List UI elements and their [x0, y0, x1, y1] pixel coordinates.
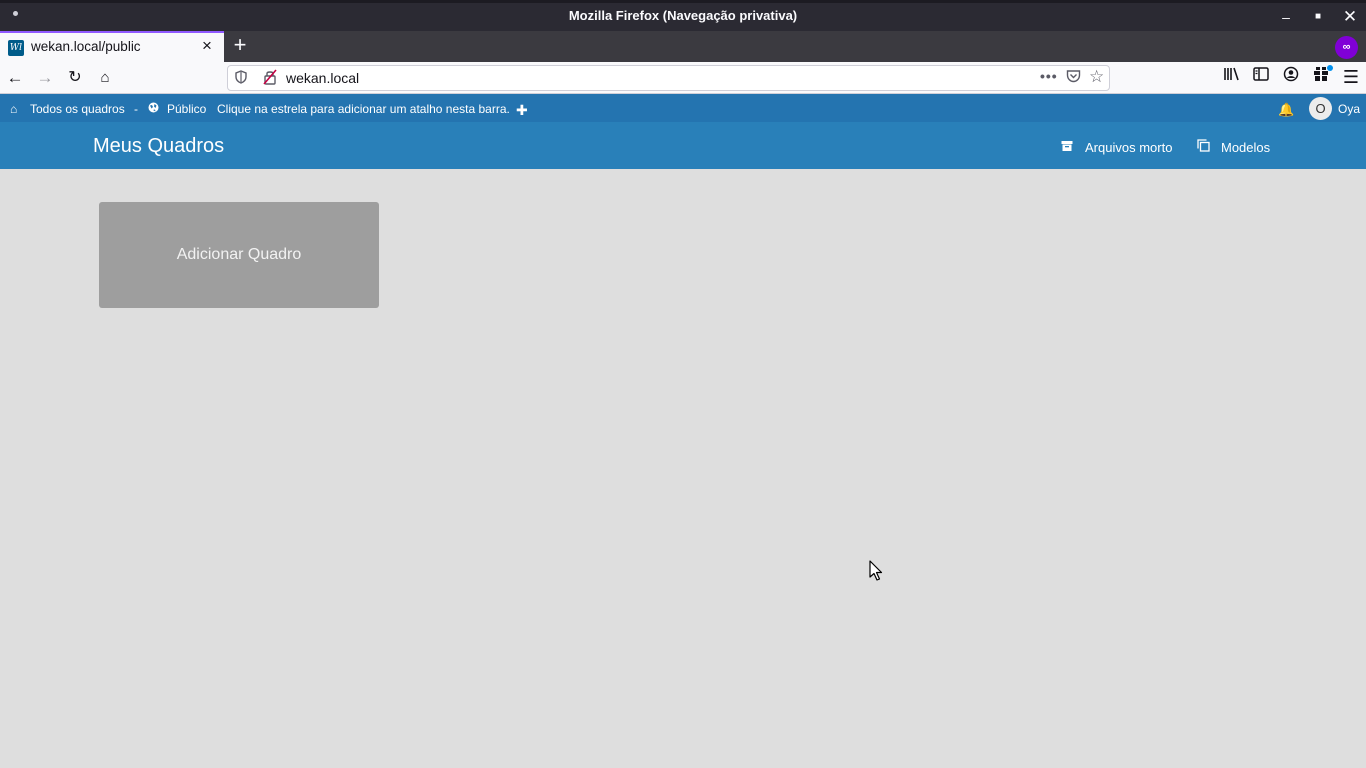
back-arrow-icon[interactable]: ← [2, 65, 28, 91]
public-boards-link[interactable]: Público [167, 102, 206, 116]
tab-strip: Wl wekan.local/public × + ∞ [0, 31, 1366, 62]
minimize-icon[interactable]: – [1274, 5, 1298, 29]
private-browsing-icon: ∞ [1335, 36, 1358, 59]
sidebar-icon[interactable] [1250, 66, 1272, 88]
archive-link[interactable]: Arquivos morto [1085, 140, 1172, 155]
add-board-button[interactable]: Adicionar Quadro [99, 202, 379, 308]
add-shortcut-plus-icon[interactable]: ✚ [516, 102, 528, 119]
home-icon[interactable]: ⌂ [92, 65, 118, 91]
wekan-favicon-icon: Wl [8, 40, 24, 56]
wekan-header: Meus Quadros Arquivos morto Modelos [0, 122, 1366, 169]
extension-badge [1327, 65, 1333, 71]
extensions-icon[interactable] [1310, 65, 1333, 88]
all-boards-link[interactable]: Todos os quadros [30, 102, 125, 116]
url-text[interactable]: wekan.local [286, 70, 359, 86]
insecure-lock-icon[interactable] [263, 69, 279, 87]
favorites-hint: Clique na estrela para adicionar um atal… [217, 102, 510, 116]
home-icon[interactable]: ⌂ [10, 102, 17, 116]
archive-icon[interactable] [1061, 140, 1073, 155]
close-tab-icon[interactable]: × [198, 37, 216, 55]
bookmark-star-icon[interactable]: ☆ [1089, 67, 1104, 87]
page-actions-more-icon[interactable]: ••• [1040, 68, 1058, 84]
forward-arrow-icon[interactable]: → [32, 65, 58, 91]
hamburger-menu-icon[interactable]: ☰ [1340, 66, 1362, 88]
tab-wekan[interactable]: Wl wekan.local/public × [0, 31, 224, 62]
window-title: Mozilla Firefox (Navegação privativa) [568, 8, 798, 23]
separator: - [134, 102, 138, 116]
close-window-icon[interactable]: ✕ [1338, 5, 1362, 29]
page-title: Meus Quadros [93, 135, 225, 157]
reload-icon[interactable]: ↻ [62, 65, 88, 91]
navigation-bar: ← → ↻ ⌂ wekan.local ••• ☆ ☰ [0, 62, 1366, 94]
library-icon[interactable] [1221, 66, 1243, 88]
new-tab-icon[interactable]: + [229, 33, 251, 57]
globe-icon[interactable] [148, 102, 159, 116]
user-name[interactable]: Oya [1338, 102, 1360, 116]
pocket-icon[interactable] [1066, 69, 1082, 85]
notifications-bell-icon[interactable]: 🔔 [1278, 102, 1294, 118]
url-bar[interactable]: wekan.local ••• ☆ [227, 65, 1110, 91]
window-titlebar: Mozilla Firefox (Navegação privativa) – … [0, 0, 1366, 31]
account-icon[interactable] [1280, 66, 1302, 88]
tab-title: wekan.local/public [31, 39, 141, 54]
tracking-shield-icon[interactable] [235, 70, 249, 86]
mouse-cursor-icon [869, 560, 883, 581]
wekan-topbar: ⌂ Todos os quadros - Público Clique na e… [0, 94, 1366, 122]
avatar[interactable]: O [1309, 97, 1332, 120]
templates-link[interactable]: Modelos [1221, 140, 1270, 155]
maximize-icon[interactable]: ■ [1306, 5, 1330, 29]
templates-icon[interactable] [1197, 139, 1210, 155]
